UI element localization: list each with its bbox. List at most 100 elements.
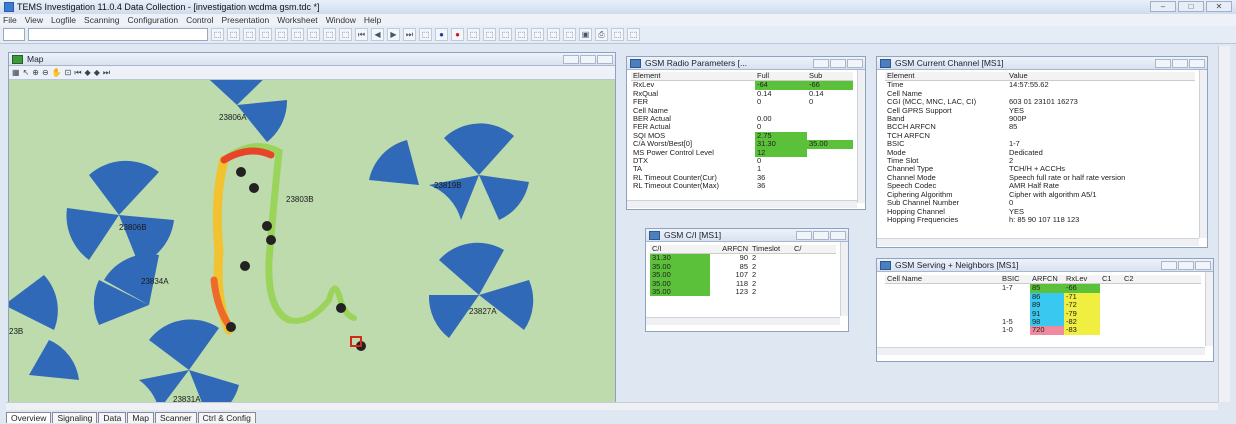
map-ruler-icon[interactable]: ⊡ <box>65 68 72 77</box>
table-row[interactable]: FER Actual 0 <box>631 123 853 131</box>
map-pointer-icon[interactable]: ↖ <box>23 68 30 77</box>
save-icon[interactable]: ▣ <box>579 28 592 41</box>
table-row[interactable]: Band 900P <box>885 115 1195 123</box>
table-row[interactable]: Time 14:57:55.62 <box>885 81 1195 90</box>
toolbar-combo-small[interactable] <box>3 28 25 41</box>
tool-icon[interactable]: ⬚ <box>515 28 528 41</box>
print-icon[interactable]: ⎙ <box>595 28 608 41</box>
table-row[interactable]: Ciphering Algorithm Cipher with algorithm… <box>885 191 1195 199</box>
map-last-icon[interactable]: ⏭ <box>103 68 110 78</box>
minimize-button[interactable] <box>1161 260 1177 270</box>
map-first-icon[interactable]: ⏮ <box>74 68 81 78</box>
table-row[interactable]: Cell Name <box>885 90 1195 98</box>
menu-file[interactable]: File <box>3 15 17 25</box>
tool-icon[interactable]: ⬚ <box>259 28 272 41</box>
table-row[interactable]: 35.00 85 2 <box>650 262 836 272</box>
table-row[interactable]: 31.30 90 2 <box>650 253 836 263</box>
fast-forward-icon[interactable]: ⏭ <box>403 28 416 41</box>
table-row[interactable]: SQI MOS 2.75 <box>631 131 853 141</box>
table-row[interactable]: Speech Codec AMR Half Rate <box>885 182 1195 190</box>
table-row[interactable]: RL Timeout Counter(Max) 36 <box>631 182 853 190</box>
menu-presentation[interactable]: Presentation <box>221 15 269 25</box>
table-row[interactable]: 35.00 118 2 <box>650 279 836 289</box>
tool-icon[interactable]: ⬚ <box>611 28 624 41</box>
radio-vertical-scrollbar[interactable] <box>857 70 865 203</box>
menu-scanning[interactable]: Scanning <box>84 15 119 25</box>
map-minimize-button[interactable] <box>563 54 579 64</box>
tool-icon[interactable]: ⬚ <box>307 28 320 41</box>
tool-icon[interactable]: ⬚ <box>467 28 480 41</box>
tool-icon[interactable]: ⬚ <box>291 28 304 41</box>
table-row[interactable]: RxQual 0.14 0.14 <box>631 90 853 98</box>
table-row[interactable]: 35.00 107 2 <box>650 271 836 280</box>
table-row[interactable]: RxLev -64 -66 <box>631 80 853 90</box>
play-icon[interactable]: ▶ <box>387 28 400 41</box>
tab-map[interactable]: Map <box>127 412 154 423</box>
tool-icon[interactable]: ⬚ <box>275 28 288 41</box>
tab-scanner[interactable]: Scanner <box>154 412 197 423</box>
map-zoom-in-icon[interactable]: ⊕ <box>32 68 39 77</box>
close-button[interactable] <box>1189 58 1205 68</box>
table-row[interactable]: Channel Type TCH/H + ACCHs <box>885 165 1195 173</box>
map-zoom-out-icon[interactable]: ⊖ <box>42 68 49 77</box>
tool-icon[interactable]: ⬚ <box>339 28 352 41</box>
radio-horizontal-scrollbar[interactable] <box>627 200 857 208</box>
map-layers-icon[interactable]: ▦ <box>12 68 20 77</box>
tool-icon[interactable]: ⬚ <box>483 28 496 41</box>
table-row[interactable]: DTX 0 <box>631 157 853 165</box>
map-next-icon[interactable]: ◆ <box>94 68 100 77</box>
table-row[interactable]: C/A Worst/Best[0] 31.30 35.00 <box>631 140 853 149</box>
table-row[interactable]: Cell GPRS Support YES <box>885 107 1195 115</box>
toolbar-combo[interactable] <box>28 28 208 41</box>
maximize-button[interactable] <box>1178 260 1194 270</box>
menu-view[interactable]: View <box>25 15 43 25</box>
tool-icon[interactable]: ⬚ <box>211 28 224 41</box>
table-row[interactable]: RL Timeout Counter(Cur) 36 <box>631 174 853 182</box>
ci-horizontal-scrollbar[interactable] <box>646 317 840 325</box>
tool-icon[interactable]: ⬚ <box>243 28 256 41</box>
menu-window[interactable]: Window <box>326 15 356 25</box>
tab-signaling[interactable]: Signaling <box>52 412 98 423</box>
back-icon[interactable]: ◀ <box>371 28 384 41</box>
tab-overview[interactable]: Overview <box>6 412 52 423</box>
menu-control[interactable]: Control <box>186 15 213 25</box>
tool-icon[interactable]: ⬚ <box>227 28 240 41</box>
tool-icon[interactable]: ⬚ <box>547 28 560 41</box>
table-row[interactable]: 1-7 85 -66 <box>885 283 1201 293</box>
map-pan-icon[interactable]: ✋ <box>52 68 62 77</box>
table-row[interactable]: 91 -79 <box>885 309 1201 319</box>
tool-icon[interactable]: ⬚ <box>627 28 640 41</box>
info-icon[interactable]: ● <box>435 28 448 41</box>
table-row[interactable]: BCCH ARFCN 85 <box>885 123 1195 131</box>
menu-logfile[interactable]: Logfile <box>51 15 76 25</box>
table-row[interactable]: TA 1 <box>631 165 853 173</box>
tab-ctrl-config[interactable]: Ctrl & Config <box>197 412 256 423</box>
record-icon[interactable]: ● <box>451 28 464 41</box>
menu-help[interactable]: Help <box>364 15 381 25</box>
current-vertical-scrollbar[interactable] <box>1199 70 1207 238</box>
menu-worksheet[interactable]: Worksheet <box>277 15 317 25</box>
table-row[interactable]: BER Actual 0.00 <box>631 115 853 123</box>
maximize-button[interactable] <box>830 58 846 68</box>
table-row[interactable]: 1-5 98 -82 <box>885 318 1201 327</box>
map-canvas[interactable]: 23806A 23819B 23803B 23806B 23834A 23827… <box>9 80 615 403</box>
map-prev-icon[interactable]: ◆ <box>85 68 91 77</box>
close-button[interactable]: ✕ <box>1206 1 1232 12</box>
neighbors-vertical-scrollbar[interactable] <box>1205 272 1213 346</box>
table-row[interactable]: FER 0 0 <box>631 98 853 106</box>
table-row[interactable]: 89 -72 <box>885 301 1201 310</box>
close-button[interactable] <box>830 230 846 240</box>
table-row[interactable]: Mode Dedicated <box>885 149 1195 157</box>
minimize-button[interactable] <box>796 230 812 240</box>
table-row[interactable]: 35.00 123 2 <box>650 288 836 297</box>
menu-configuration[interactable]: Configuration <box>128 15 179 25</box>
workspace-vertical-scrollbar[interactable] <box>1218 46 1230 402</box>
table-row[interactable]: CGI (MCC, MNC, LAC, CI) 603 01 23101 1627… <box>885 98 1195 106</box>
minimize-button[interactable] <box>813 58 829 68</box>
tool-icon[interactable]: ⬚ <box>419 28 432 41</box>
workspace-horizontal-scrollbar[interactable] <box>6 402 1218 410</box>
neighbors-horizontal-scrollbar[interactable] <box>877 347 1205 355</box>
map-close-button[interactable] <box>597 54 613 64</box>
map-maximize-button[interactable] <box>580 54 596 64</box>
rewind-icon[interactable]: ⏮ <box>355 28 368 41</box>
